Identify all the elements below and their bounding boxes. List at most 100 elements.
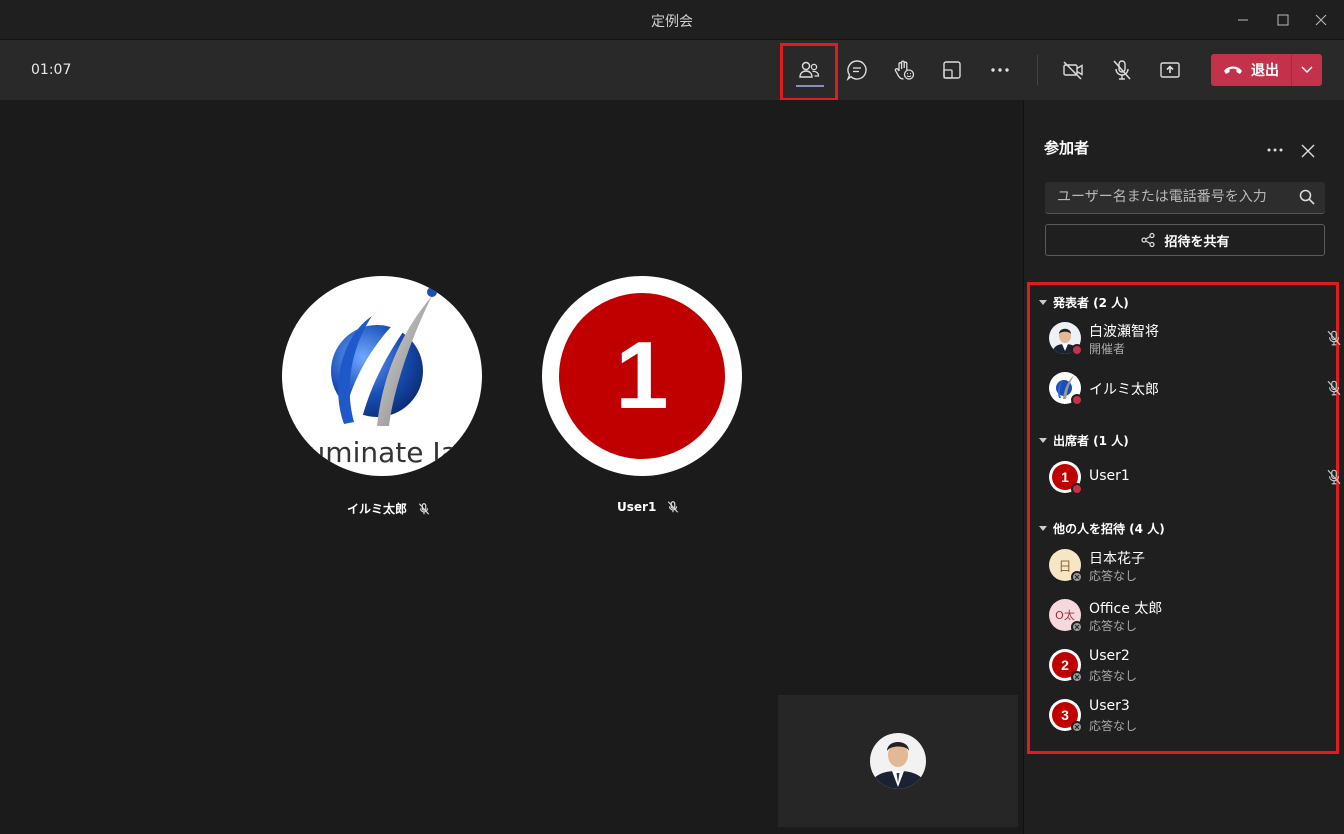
raise-hand-icon [894,60,915,80]
tile-label-illumi: イルミ太郎 [347,500,431,517]
presence-badge [1071,344,1083,356]
tile-label-user1: User1 [617,500,680,514]
camera-toggle-button[interactable] [1056,53,1090,87]
svg-text:lluminate Japa: lluminate Japa [292,436,482,469]
share-invite-label: 招待を共有 [1164,234,1230,250]
maximize-button[interactable] [1271,8,1295,32]
mic-off-icon [1327,380,1341,396]
participant-name: Office 太郎 [1089,601,1163,617]
participants-panel: 参加者 招待を共有 発表者 (2 人) [1023,100,1344,834]
leave-label: 退出 [1251,63,1279,79]
avatar: O太 [1049,599,1083,633]
participant-role: 開催者 [1089,342,1126,356]
mic-off-icon [1327,469,1341,485]
user1-avatar: 1 [559,293,725,459]
participant-search [1045,182,1325,214]
show-chat-button[interactable] [840,53,874,87]
participant-row[interactable]: 2 User2 応答なし [1049,645,1329,685]
panel-title: 参加者 [1044,139,1090,157]
close-icon [1301,144,1315,158]
offline-badge [1071,621,1083,633]
participant-name: User1 [1089,468,1130,484]
meeting-toolbar: 01:07 退出 [0,40,1344,100]
avatar [1049,322,1083,356]
offline-badge [1071,671,1083,683]
offline-badge [1071,721,1083,733]
call-timer: 01:07 [31,62,72,78]
more-icon [991,68,1009,72]
collapse-triangle-icon [1039,438,1047,443]
avatar: 3 [1049,699,1083,733]
reactions-button[interactable] [887,53,921,87]
section-header-attendees[interactable]: 出席者 (1 人) [1039,432,1129,449]
participant-name: User3 [1089,698,1130,714]
illuminate-logo-icon: lluminate Japa [292,287,482,469]
panel-close-button[interactable] [1297,140,1319,162]
avatar: 日 [1049,549,1083,583]
mic-off-icon [1113,60,1131,80]
layout-icon [943,61,961,79]
close-window-button[interactable] [1309,8,1333,32]
participant-name: User2 [1089,648,1130,664]
show-participants-button[interactable] [792,53,826,87]
share-invite-button[interactable]: 招待を共有 [1045,224,1325,256]
avatar: 1 [1049,461,1083,495]
participant-list-highlight-box: 発表者 (2 人) 白波瀬智将 開催者 イルミ太郎 出席者 (1 人) 1 Us… [1027,282,1341,754]
leave-options-button[interactable] [1292,54,1322,86]
participant-status: 応答なし [1089,719,1138,733]
mic-off-icon [668,501,679,513]
panel-more-button[interactable] [1264,140,1286,160]
participant-row[interactable]: イルミ太郎 [1049,368,1341,408]
offline-badge [1071,571,1083,583]
more-actions-button[interactable] [983,53,1017,87]
participant-name: 日本花子 [1089,551,1145,567]
participant-status: 応答なし [1089,669,1138,683]
leave-button[interactable]: 退出 [1211,54,1291,86]
title-bar: 定例会 [0,0,1344,40]
self-avatar-photo [870,733,926,789]
leave-button-group: 退出 [1211,54,1322,86]
participant-search-input[interactable] [1045,182,1285,212]
participant-status: 応答なし [1089,619,1138,633]
room-view-button[interactable] [935,53,969,87]
minimize-icon [1238,19,1248,21]
collapse-triangle-icon [1039,300,1047,305]
presence-badge [1071,394,1083,406]
self-video-preview[interactable] [778,695,1018,827]
participant-tile-user1[interactable]: 1 [542,276,742,476]
collapse-triangle-icon [1039,526,1047,531]
participant-name: イルミ太郎 [1089,382,1159,398]
close-icon [1315,14,1327,26]
participant-row[interactable]: 白波瀬智将 開催者 [1049,318,1341,358]
participant-name: 白波瀬智将 [1089,324,1159,340]
active-tab-indicator [796,85,824,87]
share-tray-icon [1160,62,1180,78]
minimize-button[interactable] [1231,8,1255,32]
camera-off-icon [1063,61,1083,80]
participant-row[interactable]: 3 User3 応答なし [1049,695,1329,735]
mic-toggle-button[interactable] [1105,53,1139,87]
chevron-down-icon [1301,66,1313,73]
search-icon [1299,189,1315,205]
presence-badge [1071,483,1083,495]
participant-row[interactable]: O太 Office 太郎 応答なし [1049,595,1329,635]
window-title: 定例会 [651,14,693,30]
people-icon [799,61,820,78]
avatar [1049,372,1083,406]
share-screen-button[interactable] [1153,53,1187,87]
avatar: 2 [1049,649,1083,683]
more-icon [1267,148,1283,152]
share-icon [1141,232,1156,248]
participant-tile-illumi[interactable]: lluminate Japa [282,276,482,476]
section-header-presenters[interactable]: 発表者 (2 人) [1039,294,1129,311]
mic-off-icon [418,502,430,515]
mic-off-icon [1327,330,1341,346]
participant-status: 応答なし [1089,569,1138,583]
participant-row[interactable]: 1 User1 [1049,457,1341,497]
participant-row[interactable]: 日 日本花子 応答なし [1049,545,1329,585]
toolbar-divider [1037,55,1038,85]
section-header-invite[interactable]: 他の人を招待 (4 人) [1039,520,1165,537]
chat-icon [846,60,867,82]
hang-up-icon [1224,66,1242,74]
maximize-icon [1277,14,1289,26]
